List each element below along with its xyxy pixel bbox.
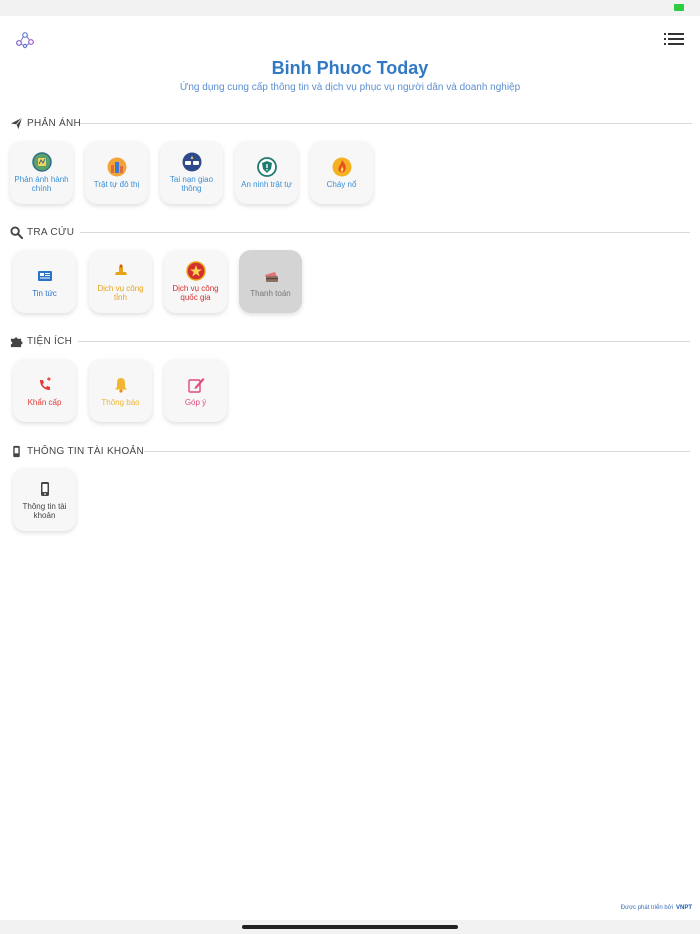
card-khan-cap[interactable]: Khẩn cấp [13,359,76,422]
security-shield-icon [256,156,277,177]
city-order-icon [107,157,126,176]
card-label: Góp ý [184,397,207,407]
page-subtitle: Ứng dụng cung cấp thông tin và dịch vụ p… [179,82,521,93]
fire-icon [332,157,351,176]
emergency-phone-icon [39,376,51,390]
card-chay-no[interactable]: Cháy nổ [310,141,373,204]
phone-device-icon [13,445,20,457]
card-label: Dịch vụ công quốc gia [172,284,219,302]
card-gop-y[interactable]: Góp ý [164,359,227,422]
footer-credit: Được phát triển bởi VNPT [621,905,692,911]
section-divider [78,341,690,342]
section-title: THÔNG TIN TÀI KHOẢN [27,445,145,457]
vnpt-logo: VNPT [675,905,692,911]
card-label: Dịch vụ công tỉnh [97,284,144,302]
section-title: TRA CỨU [27,226,75,238]
feedback-pen-icon [187,377,204,393]
card-dich-vu-cong-tinh[interactable]: Dịch vụ công tỉnh [89,250,152,313]
provincial-service-icon [114,264,127,275]
card-label: Tai nạn giao thông [169,175,214,193]
section-header-tra-cuu: TRA CỨU [10,224,74,240]
card-tin-tuc[interactable]: Tin tức [13,250,76,313]
card-dich-vu-cong-quoc-gia[interactable]: Dịch vụ công quốc gia [164,250,227,313]
menu-button[interactable] [664,31,684,47]
card-label: Tin tức [32,288,57,298]
card-trat-tu-do-thi[interactable]: Trật tự đô thị [85,141,148,204]
footer-credit-text: Được phát triển bởi [620,905,673,911]
card-tai-nan-giao-thong[interactable]: Tai nạn giao thông [160,141,223,204]
paper-plane-icon [10,117,23,129]
bell-icon [114,377,127,393]
card-label: Thông báo [101,397,140,407]
card-thong-tin-tai-khoan[interactable]: Thông tin tài khoản [13,468,76,531]
card-label: Phản ánh hành chính [14,175,69,193]
page-title: Binh Phuoc Today [271,58,429,78]
account-device-icon [40,482,49,496]
section-title: TIỆN ÍCH [27,335,73,347]
card-thanh-toan[interactable]: Thanh toán [239,250,302,313]
national-emblem-icon [185,261,206,281]
card-label: An ninh trật tự [241,179,292,189]
section-divider [144,451,690,452]
card-label: Khẩn cấp [27,397,62,407]
card-label: Trật tự đô thị [93,179,140,189]
puzzle-icon [10,336,23,347]
app-logo-icon [16,32,34,49]
section-title: PHẢN ÁNH [27,117,82,129]
card-label: Cháy nổ [326,179,357,189]
section-divider [80,123,692,124]
section-divider [80,232,690,233]
home-indicator[interactable] [242,925,458,929]
search-icon [10,225,23,239]
card-label: Thông tin tài khoản [22,502,67,520]
card-thong-bao[interactable]: Thông báo [89,359,152,422]
card-an-ninh-trat-tu[interactable]: An ninh trật tự [235,141,298,204]
news-icon [37,270,52,281]
section-header-tien-ich: TIỆN ÍCH [10,333,72,349]
admin-feedback-icon [31,152,52,172]
battery-icon [674,4,684,11]
section-header-thong-tin-tai-khoan: THÔNG TIN TÀI KHOẢN [10,443,144,459]
traffic-accident-icon [182,152,201,172]
payment-icon [264,271,278,282]
section-header-phan-anh: PHẢN ÁNH [10,115,81,131]
status-bar [0,0,700,16]
card-phan-anh-hanh-chinh[interactable]: Phản ánh hành chính [10,141,73,204]
card-label: Thanh toán [250,288,291,298]
